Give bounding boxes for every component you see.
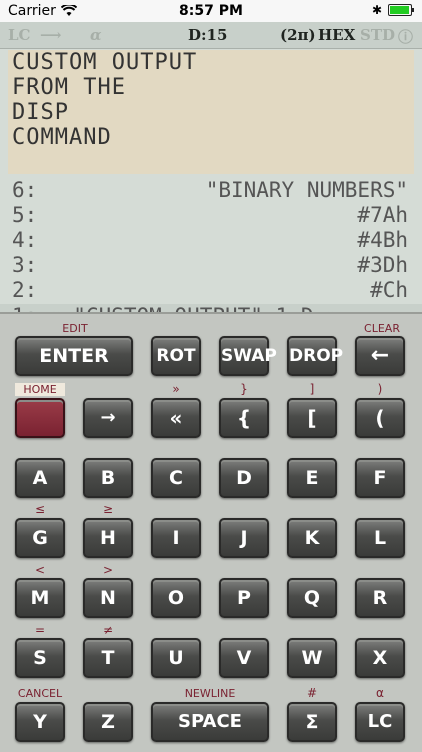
stack-value: #4Bh <box>357 228 408 252</box>
stack-value: #3Dh <box>357 253 408 277</box>
swap-key[interactable]: SWAP <box>219 336 277 376</box>
battery-fill <box>390 6 409 14</box>
le-label: ≤ <box>34 502 46 516</box>
lt-label: < <box>34 563 46 577</box>
alpha-label: α <box>376 686 384 700</box>
stack-level: 5: <box>12 203 38 227</box>
output-line: FROM THE <box>12 75 126 100</box>
home-label: HOME <box>15 383 65 396</box>
stack-value: "BINARY NUMBERS" <box>205 178 408 202</box>
clock: 8:57 PM <box>179 3 243 19</box>
mode-annunciator: STD <box>360 26 396 44</box>
info-icon[interactable]: ⓘ <box>398 26 413 47</box>
eq-label: = <box>34 623 46 637</box>
paren-open-key[interactable]: ( <box>355 398 405 438</box>
u-key[interactable]: U <box>151 638 201 678</box>
ne-label: ≠ <box>102 623 114 637</box>
drop-key[interactable]: DROP <box>287 336 343 376</box>
lc-key[interactable]: LC <box>355 702 405 742</box>
bluetooth-icon: ✱ <box>371 3 382 17</box>
stack-value: #7Ah <box>357 203 408 227</box>
r-key[interactable]: R <box>355 578 405 618</box>
space-key[interactable]: SPACE <box>151 702 269 742</box>
w-key[interactable]: W <box>287 638 337 678</box>
stack-level: 6: <box>12 178 38 202</box>
a-key[interactable]: A <box>15 458 65 498</box>
brace-close-label: } <box>240 382 248 396</box>
n-key[interactable]: N <box>83 578 133 618</box>
f-key[interactable]: F <box>355 458 405 498</box>
stack-value: #Ch <box>370 278 408 302</box>
custom-output-area: CUSTOM OUTPUT FROM THE DISP COMMAND <box>8 50 414 174</box>
annunciator-bar: LC ⟶ α D:15 (2π) HEX STD ⓘ <box>0 22 422 49</box>
stack-row[interactable]: 6: "BINARY NUMBERS" <box>0 178 422 202</box>
bracket-open-key[interactable]: [ <box>287 398 337 438</box>
m-key[interactable]: M <box>15 578 65 618</box>
sigma-key[interactable]: Σ <box>287 702 337 742</box>
shift-key[interactable] <box>15 398 65 438</box>
digits-annunciator: D:15 <box>188 26 228 44</box>
t-key[interactable]: T <box>83 638 133 678</box>
prog-open-key[interactable]: « <box>151 398 201 438</box>
i-key[interactable]: I <box>151 518 201 558</box>
output-line: DISP <box>12 100 69 125</box>
backspace-key[interactable]: ← <box>355 336 405 376</box>
c-key[interactable]: C <box>151 458 201 498</box>
stack-level: 3: <box>12 253 38 277</box>
g-key[interactable]: G <box>15 518 65 558</box>
output-line: COMMAND <box>12 125 112 150</box>
j-key[interactable]: J <box>219 518 269 558</box>
lc-annunciator: LC <box>8 26 31 44</box>
enter-key[interactable]: ENTER <box>15 336 133 376</box>
h-key[interactable]: H <box>83 518 133 558</box>
hash-label: # <box>306 686 318 700</box>
z-key[interactable]: Z <box>83 702 133 742</box>
stack-level: 2: <box>12 278 38 302</box>
stack-row[interactable]: 4: #4Bh <box>0 228 422 252</box>
right-arrow-key[interactable]: → <box>83 398 133 438</box>
b-key[interactable]: B <box>83 458 133 498</box>
d-key[interactable]: D <box>219 458 269 498</box>
base-annunciator: HEX <box>318 26 356 44</box>
output-line: CUSTOM OUTPUT <box>12 50 198 75</box>
s-key[interactable]: S <box>15 638 65 678</box>
status-bar: Carrier 8:57 PM ✱ <box>0 0 422 22</box>
battery-icon <box>388 4 414 16</box>
rot-key[interactable]: ROT <box>151 336 201 376</box>
y-key[interactable]: Y <box>15 702 65 742</box>
k-key[interactable]: K <box>287 518 337 558</box>
bracket-close-label: ] <box>309 382 315 396</box>
newline-label: NEWLINE <box>184 687 236 700</box>
q-key[interactable]: Q <box>287 578 337 618</box>
clear-label: CLEAR <box>364 322 400 335</box>
l-key[interactable]: L <box>355 518 405 558</box>
stack-row[interactable]: 2: #Ch <box>0 278 422 302</box>
gt-label: > <box>102 563 114 577</box>
edit-label: EDIT <box>62 322 88 335</box>
ge-label: ≥ <box>102 502 114 516</box>
lcd-display[interactable]: LC ⟶ α D:15 (2π) HEX STD ⓘ CUSTOM OUTPUT… <box>0 22 422 328</box>
v-key[interactable]: V <box>219 638 269 678</box>
x-key[interactable]: X <box>355 638 405 678</box>
p-key[interactable]: P <box>219 578 269 618</box>
alpha-annunciator: α <box>90 26 102 44</box>
prog-close-label: » <box>172 382 180 396</box>
status-right: ✱ <box>371 3 414 17</box>
stack-row[interactable]: 5: #7Ah <box>0 203 422 227</box>
paren-close-label: ) <box>377 382 383 396</box>
angle-annunciator: (2π) <box>280 26 316 44</box>
stack-row[interactable]: 3: #3Dh <box>0 253 422 277</box>
stack-level: 4: <box>12 228 38 252</box>
cancel-label: CANCEL <box>17 687 63 700</box>
arrow-annunciator: ⟶ <box>40 26 62 44</box>
brace-open-key[interactable]: { <box>219 398 269 438</box>
o-key[interactable]: O <box>151 578 201 618</box>
keypad: EDIT CLEAR ENTER ROT SWAP DROP ← HOME » … <box>0 312 422 752</box>
e-key[interactable]: E <box>287 458 337 498</box>
